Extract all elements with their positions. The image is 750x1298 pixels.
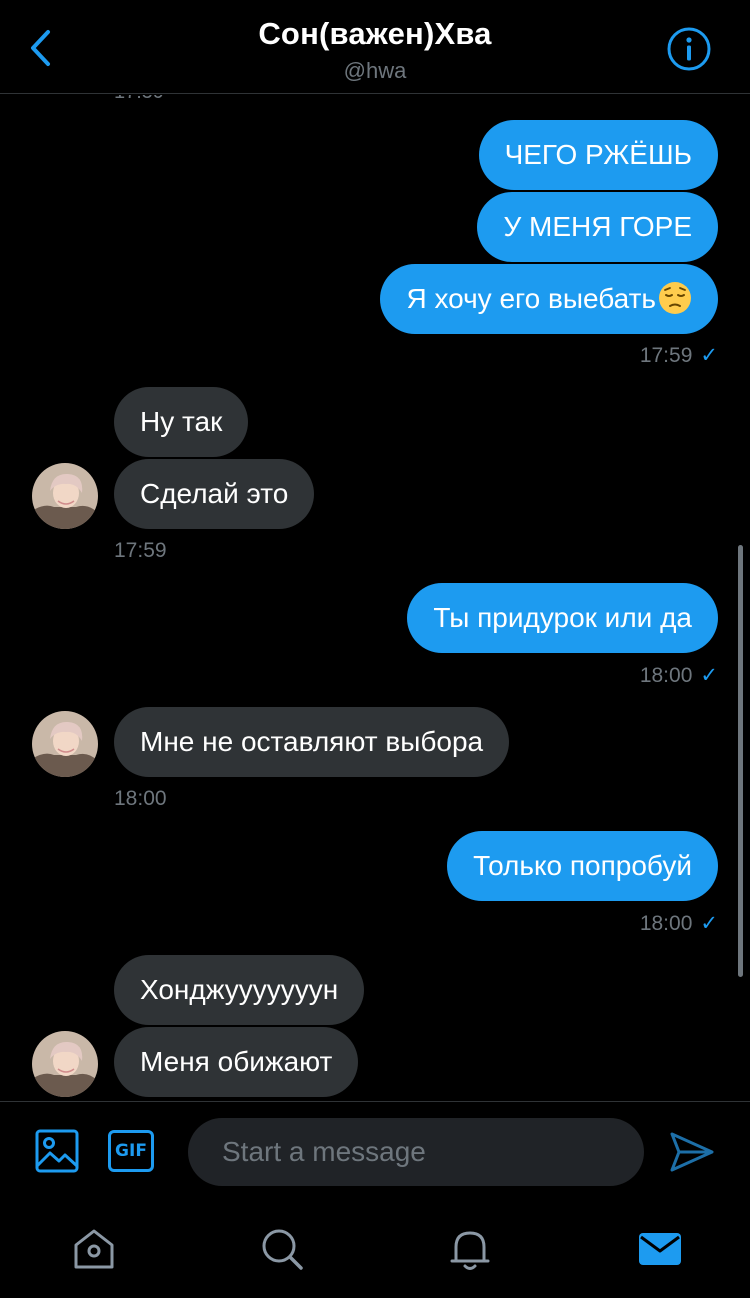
bottom-tab-bar (0, 1201, 750, 1298)
notifications-bell-icon[interactable] (446, 1225, 494, 1273)
message-text: Хонджууууууун (140, 974, 339, 1005)
message-text: У МЕНЯ ГОРЕ (503, 211, 692, 242)
read-check-icon: ✓ (700, 344, 718, 367)
incoming-message[interactable]: Хонджууууууун (114, 955, 365, 1025)
message-input[interactable] (188, 1118, 644, 1186)
search-icon[interactable] (258, 1225, 306, 1273)
scrollbar[interactable] (738, 545, 743, 977)
message-text: Мне не оставляют выбора (140, 726, 484, 757)
outgoing-message[interactable]: ЧЕГО РЖЁШЬ (478, 120, 718, 190)
conversation-handle: @hwa (343, 58, 407, 83)
message-timestamp: 18:00 ✓ (639, 664, 718, 687)
read-check-icon: ✓ (700, 912, 718, 935)
message-text: Ты придурок или да (433, 602, 692, 633)
info-icon[interactable] (666, 26, 712, 72)
conversation-header: Сон(важен)Хва @hwa (0, 0, 750, 94)
message-thread[interactable]: 17:59 ЧЕГО РЖЁШЬ У МЕНЯ ГОРЕ Я хочу его … (0, 95, 750, 1101)
message-timestamp: 17:59 ✓ (639, 344, 718, 367)
message-text: Я хочу его выебать (406, 283, 656, 314)
incoming-message[interactable]: Сделай это (114, 459, 315, 529)
message-timestamp: 17:59 (114, 539, 167, 562)
incoming-message[interactable]: Ну так (114, 387, 249, 457)
conversation-title[interactable]: Сон(важен)Хва (0, 16, 750, 52)
outgoing-message[interactable]: Только попробуй (447, 831, 718, 901)
message-timestamp: 18:00 ✓ (639, 912, 718, 935)
gif-button[interactable]: GIF (108, 1130, 154, 1172)
home-icon[interactable] (70, 1225, 118, 1273)
message-text: Меня обижают (140, 1046, 333, 1077)
avatar[interactable] (32, 463, 98, 529)
outgoing-message[interactable]: У МЕНЯ ГОРЕ (477, 192, 718, 262)
message-timestamp: 18:00 (114, 787, 167, 810)
read-check-icon: ✓ (700, 664, 718, 687)
message-text: Только попробуй (473, 850, 692, 881)
pensive-face-emoji-icon (659, 282, 691, 314)
image-icon[interactable] (34, 1128, 80, 1174)
message-timestamp: 17:59 (114, 95, 164, 104)
send-icon[interactable] (668, 1130, 716, 1174)
message-text: Ну так (140, 406, 223, 437)
avatar[interactable] (32, 711, 98, 777)
message-text: ЧЕГО РЖЁШЬ (504, 139, 692, 170)
messages-envelope-icon[interactable] (636, 1225, 684, 1273)
message-text: Сделай это (140, 478, 289, 509)
message-composer: GIF (0, 1101, 750, 1201)
outgoing-message[interactable]: Я хочу его выебать (380, 264, 718, 334)
avatar[interactable] (32, 1031, 98, 1097)
incoming-message[interactable]: Меня обижают (114, 1027, 359, 1097)
outgoing-message[interactable]: Ты придурок или да (407, 583, 718, 653)
incoming-message[interactable]: Мне не оставляют выбора (114, 707, 510, 777)
